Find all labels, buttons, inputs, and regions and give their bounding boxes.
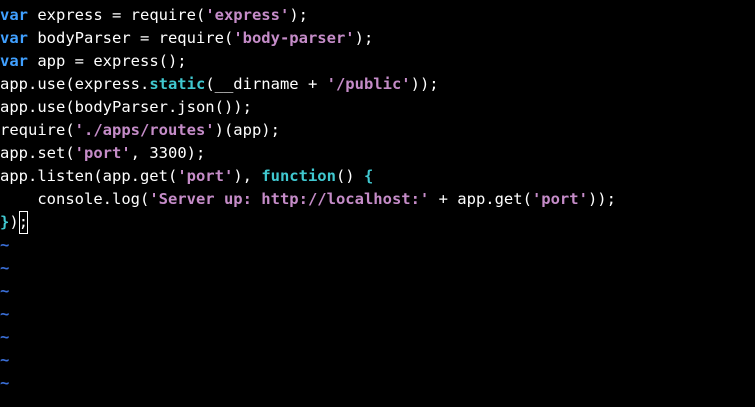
code-line[interactable]: require('./apps/routes')(app);	[0, 119, 755, 142]
empty-line-marker: ~	[0, 374, 10, 392]
code-token: + app.get(	[429, 190, 532, 208]
code-token: app.use(bodyParser.json());	[0, 98, 252, 116]
code-token: express = require(	[28, 6, 206, 24]
code-line[interactable]: app.set('port', 3300);	[0, 142, 755, 165]
code-token: ));	[410, 75, 439, 93]
code-line[interactable]: app.use(bodyParser.json());	[0, 96, 755, 119]
empty-line-marker: ~	[0, 328, 10, 346]
code-token: , 3300);	[130, 144, 206, 162]
code-token: require(	[0, 121, 75, 139]
empty-line-marker: ~	[0, 236, 10, 254]
code-token: )(app);	[214, 121, 280, 139]
code-line[interactable]: console.log('Server up: http://localhost…	[0, 188, 755, 211]
code-token: ()	[335, 167, 364, 185]
code-token: {	[363, 167, 374, 185]
code-token: );	[289, 6, 308, 24]
code-line[interactable]: var bodyParser = require('body-parser');	[0, 27, 755, 50]
code-token: console.log(	[0, 190, 150, 208]
code-line[interactable]: var express = require('express');	[0, 4, 755, 27]
code-token: 'body-parser'	[233, 29, 355, 47]
code-token: app.set(	[0, 144, 75, 162]
code-token: 'port'	[531, 190, 588, 208]
code-line[interactable]: var app = express();	[0, 50, 755, 73]
code-token: 'express'	[205, 6, 290, 24]
code-token: ));	[587, 190, 616, 208]
code-token: app = express();	[28, 52, 187, 70]
code-line[interactable]: });	[0, 211, 755, 234]
code-token: ),	[233, 167, 262, 185]
empty-line-marker: ~	[0, 259, 10, 277]
code-token: './apps/routes'	[74, 121, 215, 139]
text-cursor: ;	[18, 211, 29, 234]
empty-line-marker: ~	[0, 282, 10, 300]
code-token: 'port'	[74, 144, 131, 162]
code-token: var	[0, 29, 28, 47]
code-token: function	[261, 167, 336, 185]
code-token: static	[149, 75, 206, 93]
code-line[interactable]: app.listen(app.get('port'), function() {	[0, 165, 755, 188]
code-token: var	[0, 6, 28, 24]
code-token: 'port'	[177, 167, 234, 185]
code-token: 'Server up: http://localhost:'	[149, 190, 430, 208]
code-token: );	[354, 29, 374, 47]
code-token: )	[9, 213, 19, 231]
code-editor[interactable]: var express = require('express'); var bod…	[0, 0, 755, 407]
code-token: '/public'	[326, 75, 411, 93]
code-lines: var express = require('express'); var bod…	[0, 4, 755, 234]
code-token: bodyParser = require(	[28, 29, 234, 47]
empty-line-marker: ~	[0, 305, 10, 323]
code-token: var	[0, 52, 28, 70]
code-token: }	[0, 213, 10, 231]
empty-buffer-lines: ~ ~ ~ ~ ~ ~ ~	[0, 234, 755, 395]
empty-line-marker: ~	[0, 351, 10, 369]
code-token: app.listen(app.get(	[0, 167, 178, 185]
code-line[interactable]: app.use(express.static(__dirname + '/pub…	[0, 73, 755, 96]
code-token: (__dirname +	[205, 75, 327, 93]
code-token: app.use(express.	[0, 75, 150, 93]
